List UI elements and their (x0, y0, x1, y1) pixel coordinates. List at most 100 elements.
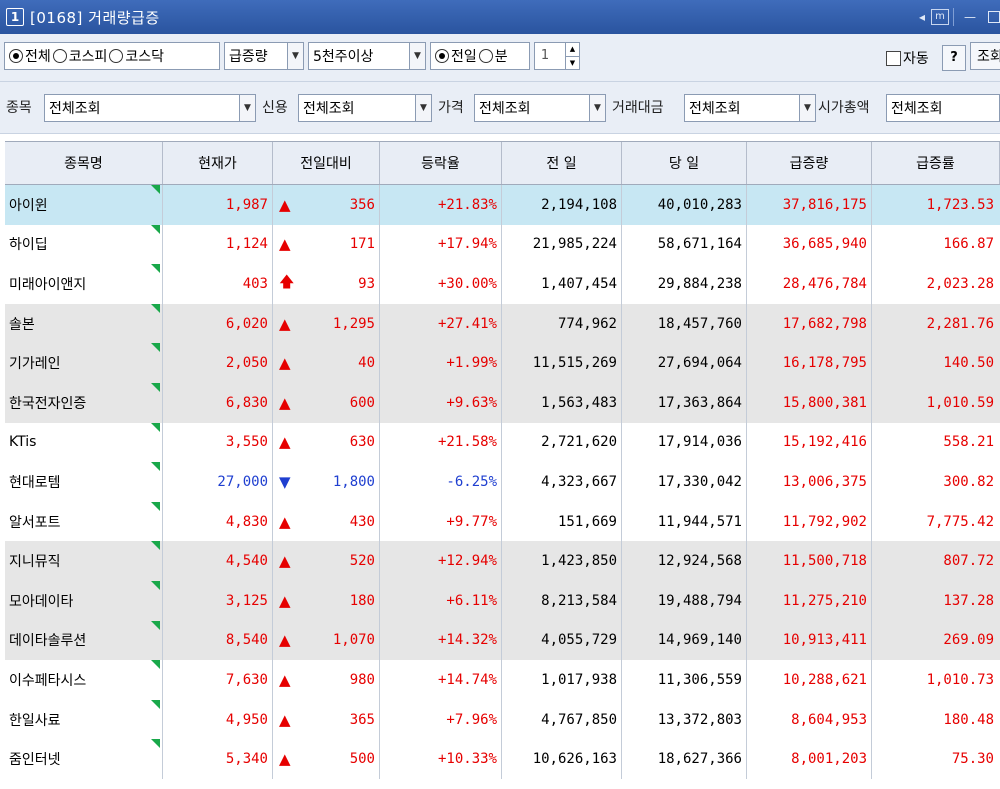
table-row[interactable]: KTis 3,550 ▲ 630 +21.58% 2,721,620 17,914,036 1… (5, 422, 1000, 463)
table-row[interactable]: 기가레인 2,050 ▲ 40 +1.99% 11,515,269 27,694,064 16… (5, 343, 1000, 383)
stock-name[interactable]: 솔본 (9, 314, 35, 334)
diff-value: 93 (358, 275, 375, 292)
market-radio-kosdaq[interactable]: 코스닥 (109, 46, 164, 66)
header-price[interactable]: 현재가 (163, 142, 273, 184)
prev-volume-cell: 8,213,584 (502, 581, 622, 621)
checkbox-icon[interactable] (886, 50, 901, 66)
header-inc[interactable]: 급증량 (747, 142, 872, 184)
table-row[interactable]: 지니뮤직 4,540 ▲ 520 +12.94% 1,423,850 12,924,568 1… (5, 541, 1000, 581)
table-row[interactable]: 알서포트 4,830 ▲ 430 +9.77% 151,669 11,944,571 11,7… (5, 501, 1000, 542)
left-arrow-icon[interactable]: ◂ (919, 10, 925, 24)
stock-name[interactable]: 지니뮤직 (9, 551, 61, 571)
stock-name-cell[interactable]: 미래아이앤지 (5, 264, 163, 304)
table-row[interactable]: 현대로템 27,000 ▼ 1,800 -6.25% 4,323,667 17,330,04… (5, 462, 1000, 502)
minimize-button[interactable]: — (964, 10, 976, 24)
chevron-down-icon[interactable]: ▼ (589, 95, 605, 121)
header-prev[interactable]: 전 일 (502, 142, 622, 184)
volume-select[interactable]: 5천주이상 ▼ (308, 42, 426, 70)
header-name[interactable]: 종목명 (5, 142, 163, 184)
stock-name[interactable]: 모아데이타 (9, 591, 73, 611)
stock-name-cell[interactable]: 기가레인 (5, 343, 163, 383)
table-row[interactable]: 모아데이타 3,125 ▲ 180 +6.11% 8,213,584 19,488,794 1… (5, 581, 1000, 621)
stock-name[interactable]: 하이딥 (9, 234, 48, 254)
header-rate[interactable]: 등락율 (380, 142, 502, 184)
stock-name-cell[interactable]: KTis (5, 422, 163, 463)
query-button[interactable]: 조회 (970, 42, 1000, 70)
table-row[interactable]: 한국전자인증 6,830 ▲ 600 +9.63% 1,563,483 17,363,864… (5, 383, 1000, 423)
screen-number-icon[interactable]: 1 (6, 8, 24, 26)
market-label-all: 전체 (25, 49, 51, 65)
stock-name[interactable]: 데이타솔루션 (9, 630, 86, 650)
header-today[interactable]: 당 일 (622, 142, 747, 184)
sort-select[interactable]: 급증량 ▼ (224, 42, 304, 70)
stock-name[interactable]: 기가레인 (9, 353, 61, 373)
minute-stepper[interactable]: 1 ▲ ▼ (534, 42, 580, 70)
stock-name-cell[interactable]: 현대로템 (5, 462, 163, 502)
stock-name-cell[interactable]: 한국전자인증 (5, 383, 163, 423)
table-row[interactable]: 데이타솔루션 8,540 ▲ 1,070 +14.32% 4,055,729 14,969,… (5, 620, 1000, 661)
chevron-down-icon[interactable]: ▼ (409, 43, 425, 69)
chevron-down-icon[interactable]: ▼ (415, 95, 431, 121)
period-radio-minute[interactable]: 분 (478, 46, 508, 66)
table-row[interactable]: 미래아이앤지 403 🡅 93 +30.00% 1,407,454 29,884,238 28… (5, 264, 1000, 304)
cap-select[interactable]: 전체조회 (886, 94, 1000, 122)
stock-name-cell[interactable]: 줌인터넷 (5, 739, 163, 779)
stock-name[interactable]: 이수페타시스 (9, 670, 86, 690)
stock-name[interactable]: 한일사료 (9, 710, 61, 730)
table-row[interactable]: 솔본 6,020 ▲ 1,295 +27.41% 774,962 18,457,760 17,… (5, 303, 1000, 344)
auto-checkbox[interactable]: 자동 (886, 48, 929, 68)
amount-select-value: 전체조회 (689, 101, 741, 117)
flag-icon (151, 620, 160, 630)
stock-name-cell[interactable]: 지니뮤직 (5, 541, 163, 581)
stock-name-cell[interactable]: 하이딥 (5, 224, 163, 265)
help-button[interactable]: ? (942, 45, 966, 71)
stepper-down-icon[interactable]: ▼ (565, 56, 579, 69)
m-button[interactable]: m (931, 9, 949, 25)
today-volume-cell: 58,671,164 (622, 224, 747, 265)
stock-name[interactable]: 알서포트 (9, 512, 61, 532)
diff-cell: ▲ 520 (273, 541, 380, 581)
stock-name[interactable]: 아이윈 (9, 195, 48, 215)
stepper-up-icon[interactable]: ▲ (565, 43, 579, 56)
chevron-down-icon[interactable]: ▼ (239, 95, 255, 121)
header-diff[interactable]: 전일대비 (273, 142, 380, 184)
stock-name-cell[interactable]: 아이윈 (5, 185, 163, 225)
stock-name[interactable]: 현대로템 (9, 472, 61, 492)
table-row[interactable]: 하이딥 1,124 ▲ 171 +17.94% 21,985,224 58,671,164 3… (5, 224, 1000, 265)
amount-select[interactable]: 전체조회 ▼ (684, 94, 816, 122)
stock-name[interactable]: 줌인터넷 (9, 749, 61, 769)
table-row[interactable]: 한일사료 4,950 ▲ 365 +7.96% 4,767,850 13,372,803 8,… (5, 699, 1000, 740)
table-row[interactable]: 이수페타시스 7,630 ▲ 980 +14.74% 1,017,938 11,306,55… (5, 660, 1000, 700)
chevron-down-icon[interactable]: ▼ (287, 43, 303, 69)
prev-volume-cell: 11,515,269 (502, 343, 622, 383)
table-row[interactable]: 아이윈 1,987 ▲ 356 +21.83% 2,194,108 40,010,283 37… (5, 185, 1000, 225)
up-triangle-icon: ▲ (279, 314, 291, 333)
market-radio-all[interactable]: 전체 (9, 46, 51, 66)
stock-name-cell[interactable]: 모아데이타 (5, 581, 163, 621)
flag-icon (151, 462, 160, 472)
stock-select[interactable]: 전체조회 ▼ (44, 94, 256, 122)
minute-value[interactable]: 1 (535, 43, 555, 69)
header-incr[interactable]: 급증률 (872, 142, 1000, 184)
stock-name-cell[interactable]: 데이타솔루션 (5, 620, 163, 661)
period-radio-prevday[interactable]: 전일 (435, 46, 477, 66)
stock-name[interactable]: KTis (9, 434, 36, 450)
increase-volume-cell: 28,476,784 (747, 264, 872, 304)
diff-value: 630 (349, 434, 375, 451)
stock-name-cell[interactable]: 솔본 (5, 303, 163, 344)
stock-name[interactable]: 미래아이앤지 (9, 274, 86, 294)
price-select[interactable]: 전체조회 ▼ (474, 94, 606, 122)
stock-name-cell[interactable]: 한일사료 (5, 699, 163, 740)
diff-cell: ▲ 356 (273, 185, 380, 225)
diff-cell: ▲ 40 (273, 343, 380, 383)
stock-name[interactable]: 한국전자인증 (9, 393, 86, 413)
price-cell: 27,000 (163, 462, 273, 502)
flag-icon (151, 422, 160, 432)
table-row[interactable]: 줌인터넷 5,340 ▲ 500 +10.33% 10,626,163 18,627,366… (5, 739, 1000, 779)
credit-select[interactable]: 전체조회 ▼ (298, 94, 432, 122)
market-radio-kospi[interactable]: 코스피 (52, 46, 107, 66)
maximize-icon[interactable] (988, 11, 1000, 23)
stock-name-cell[interactable]: 이수페타시스 (5, 660, 163, 700)
stock-name-cell[interactable]: 알서포트 (5, 501, 163, 542)
chevron-down-icon[interactable]: ▼ (799, 95, 815, 121)
